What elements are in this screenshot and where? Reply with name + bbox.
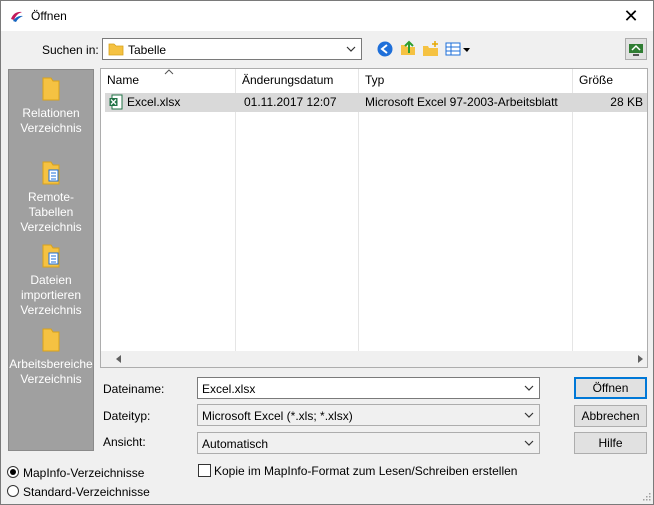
file-type: Microsoft Excel 97-2003-Arbeitsblatt — [365, 95, 558, 109]
open-button[interactable]: Öffnen — [574, 377, 647, 399]
radio-mapinfo-directories[interactable] — [7, 466, 19, 478]
folder-document-icon — [42, 161, 60, 185]
chevron-down-icon[interactable] — [524, 383, 534, 393]
chevron-down-icon — [346, 46, 356, 52]
mapinfo-app-icon — [11, 11, 23, 22]
place-label: Arbeitsbereiche Verzeichnis — [9, 357, 93, 386]
column-header-size[interactable]: Größe — [573, 69, 647, 93]
places-bar: Relationen Verzeichnis Remote-Tabellen V… — [8, 69, 94, 451]
close-icon: ✕ — [623, 6, 639, 26]
folder-icon — [42, 328, 60, 352]
folder-icon — [108, 43, 124, 56]
filetype-value: Microsoft Excel (*.xls; *.xlsx) — [202, 409, 353, 423]
folder-document-icon — [42, 244, 60, 268]
scroll-left-icon[interactable] — [115, 355, 123, 363]
filename-input[interactable]: Excel.xlsx — [197, 377, 540, 399]
desktop-button[interactable] — [625, 38, 647, 60]
filetype-select[interactable]: Microsoft Excel (*.xls; *.xlsx) — [197, 404, 540, 426]
window-title: Öffnen — [31, 9, 67, 23]
close-button[interactable]: ✕ — [609, 1, 653, 31]
resize-grip-icon[interactable] — [641, 491, 651, 501]
filetype-label: Dateityp: — [103, 409, 151, 423]
radio-standard-directories[interactable] — [7, 485, 19, 497]
look-in-value: Tabelle — [128, 43, 167, 57]
folder-icon — [42, 77, 60, 101]
radio-mapinfo-label: MapInfo-Verzeichnisse — [23, 466, 145, 480]
view-select[interactable]: Automatisch — [197, 432, 540, 454]
view-value: Automatisch — [202, 437, 269, 451]
desktop-icon — [629, 44, 643, 56]
place-remote-tabellen[interactable]: Remote-Tabellen Verzeichnis — [9, 160, 93, 235]
file-list[interactable]: Name Änderungsdatum Typ Größe Excel.xlsx… — [100, 68, 648, 368]
column-divider — [358, 69, 359, 367]
look-in-label: Suchen in: — [42, 43, 99, 57]
back-icon[interactable] — [376, 40, 394, 58]
place-label: Dateien importieren Verzeichnis — [20, 273, 82, 317]
copy-mapinfo-label: Kopie im MapInfo-Format zum Lesen/Schrei… — [214, 464, 518, 478]
place-dateien-importieren[interactable]: Dateien importieren Verzeichnis — [9, 243, 93, 318]
view-label: Ansicht: — [103, 435, 146, 449]
filename-label: Dateiname: — [103, 382, 165, 396]
up-folder-icon[interactable] — [399, 39, 417, 57]
column-divider — [235, 69, 236, 367]
chevron-down-icon — [524, 440, 534, 446]
new-folder-icon[interactable] — [422, 40, 440, 58]
place-relationen[interactable]: Relationen Verzeichnis — [9, 76, 93, 136]
column-divider — [572, 69, 573, 367]
filename-value: Excel.xlsx — [202, 382, 256, 396]
look-in-combo[interactable]: Tabelle — [102, 38, 362, 60]
file-size: 28 KB — [610, 95, 643, 109]
column-header-modified[interactable]: Änderungsdatum — [236, 69, 358, 93]
open-dialog: Öffnen ✕ Suchen in: Tabelle Relationen V… — [0, 0, 654, 505]
place-arbeitsbereiche[interactable]: Arbeitsbereiche Verzeichnis — [9, 327, 93, 387]
help-button[interactable]: Hilfe — [574, 432, 647, 454]
file-name: Excel.xlsx — [127, 95, 181, 109]
copy-mapinfo-checkbox[interactable] — [198, 464, 211, 477]
title-bar: Öffnen ✕ — [1, 1, 653, 31]
column-header-type[interactable]: Typ — [359, 69, 572, 93]
column-header-name[interactable]: Name — [101, 69, 235, 93]
view-menu-icon[interactable] — [445, 40, 471, 58]
excel-file-icon — [109, 94, 123, 110]
radio-standard-label: Standard-Verzeichnisse — [23, 485, 150, 499]
cancel-button[interactable]: Abbrechen — [574, 405, 647, 427]
place-label: Relationen Verzeichnis — [20, 106, 82, 135]
horizontal-scrollbar[interactable] — [101, 351, 647, 367]
scroll-right-icon[interactable] — [636, 355, 644, 363]
file-modified: 01.11.2017 12:07 — [244, 95, 337, 109]
chevron-down-icon — [524, 412, 534, 418]
place-label: Remote-Tabellen Verzeichnis — [20, 190, 82, 234]
